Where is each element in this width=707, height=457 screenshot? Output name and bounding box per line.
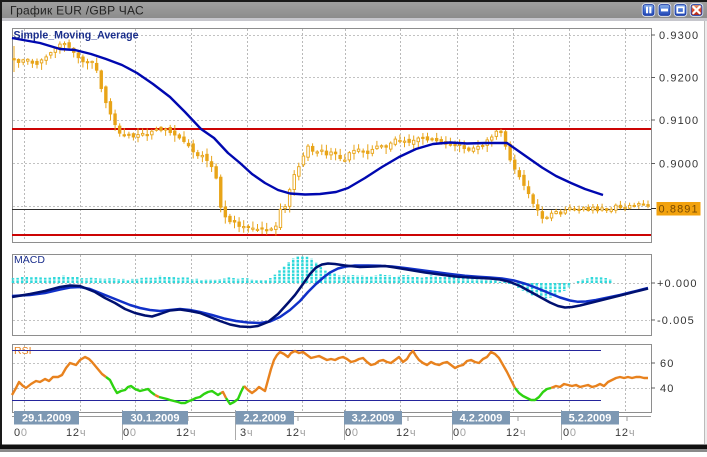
svg-text:-0.005: -0.005 [657,315,695,327]
svg-text:29.1.2009: 29.1.2009 [22,413,71,425]
svg-text:00: 00 [563,427,577,439]
svg-text:2.2.2009: 2.2.2009 [243,413,286,425]
svg-text:3.2.2009: 3.2.2009 [352,413,395,425]
svg-text:12ч: 12ч [66,427,86,439]
svg-text:График EUR /GBP ЧАС: График EUR /GBP ЧАС [10,4,144,18]
svg-text:4.2.2009: 4.2.2009 [460,413,503,425]
svg-text:12ч: 12ч [396,427,416,439]
svg-text:00: 00 [453,427,467,439]
svg-text:00: 00 [14,427,28,439]
svg-text:0.9000: 0.9000 [659,159,699,171]
svg-text:3ч: 3ч [240,427,253,439]
svg-text:30.1.2009: 30.1.2009 [131,413,180,425]
svg-text:MACD: MACD [14,254,45,266]
svg-text:0.9100: 0.9100 [659,115,699,127]
svg-text:12ч: 12ч [286,427,306,439]
svg-text:12ч: 12ч [506,427,526,439]
svg-text:0.8891: 0.8891 [659,204,699,216]
svg-text:5.2.2009: 5.2.2009 [569,413,612,425]
svg-text:+0.000: +0.000 [657,278,698,290]
svg-text:00: 00 [123,427,137,439]
svg-text:Simple_Moving_Average: Simple_Moving_Average [14,30,139,42]
svg-text:0.9200: 0.9200 [659,73,699,85]
svg-text:0.9300: 0.9300 [659,30,699,42]
svg-text:12ч: 12ч [615,427,635,439]
svg-text:40: 40 [660,383,674,395]
svg-text:60: 60 [660,358,674,370]
svg-text:00: 00 [345,427,359,439]
svg-text:12ч: 12ч [176,427,196,439]
